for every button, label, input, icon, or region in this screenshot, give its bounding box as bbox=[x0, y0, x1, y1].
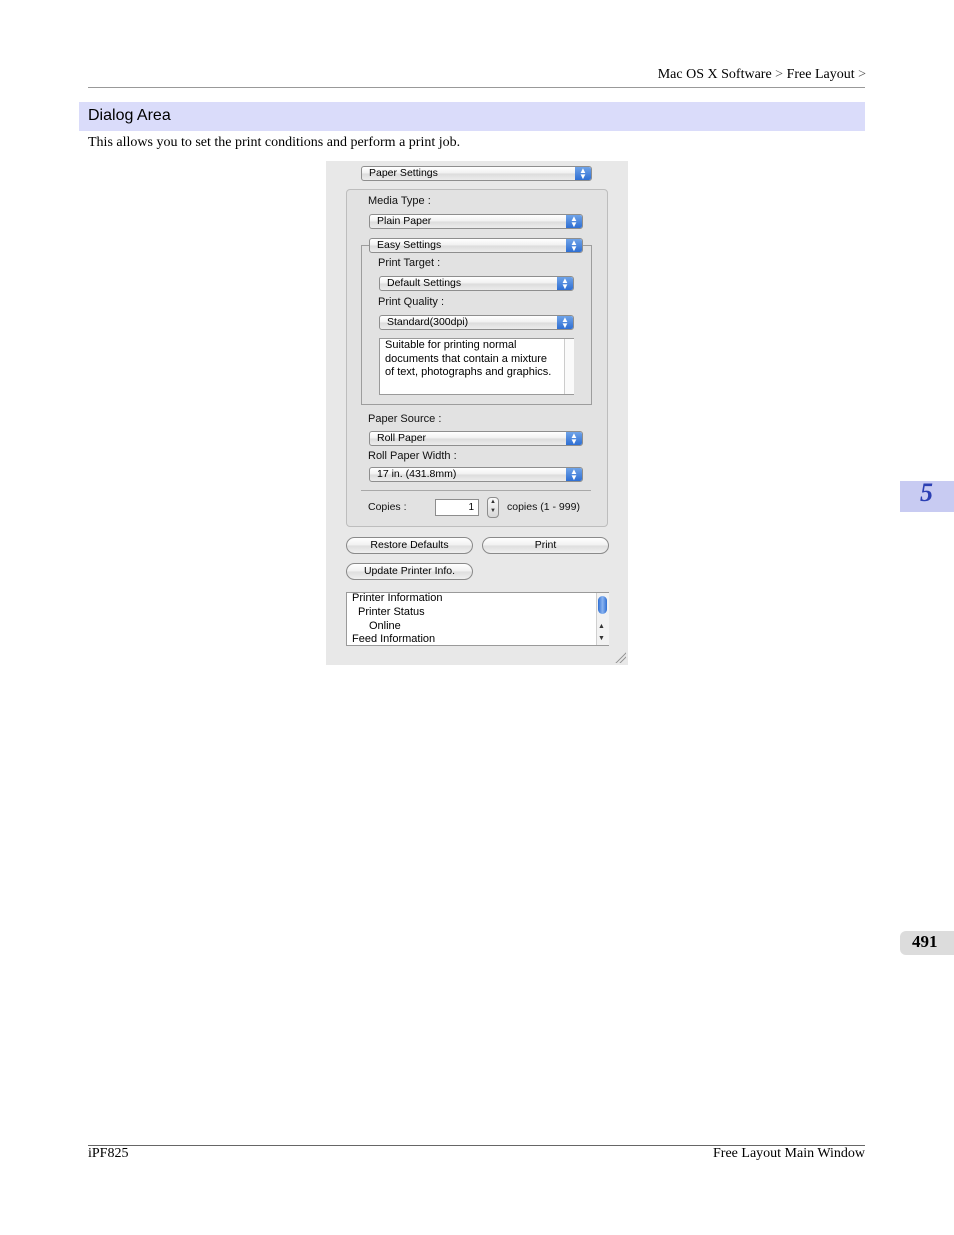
stepper-down-icon[interactable]: ▼ bbox=[490, 508, 496, 514]
list-item: Printer Information bbox=[352, 592, 443, 604]
panel-divider bbox=[361, 490, 591, 491]
popup-arrows-icon: ▲ ▼ bbox=[566, 432, 582, 445]
breadcrumb-separator: > bbox=[858, 67, 866, 82]
update-printer-info-button[interactable]: Update Printer Info. bbox=[346, 563, 473, 580]
stepper-up-icon[interactable]: ▲ bbox=[490, 499, 496, 505]
section-title: Dialog Area bbox=[88, 107, 171, 124]
paper-source-popup[interactable]: Roll Paper ▲ ▼ bbox=[369, 431, 583, 446]
settings-mode-value: Easy Settings bbox=[377, 239, 442, 251]
copies-label: Copies : bbox=[368, 501, 407, 513]
quality-description-text: Suitable for printing normal documents t… bbox=[385, 339, 552, 378]
print-quality-label: Print Quality : bbox=[378, 296, 445, 308]
breadcrumb: Mac OS X Software > Free Layout > bbox=[658, 67, 866, 83]
print-quality-popup[interactable]: Standard(300dpi) ▲ ▼ bbox=[379, 315, 574, 330]
roll-paper-width-value: 17 in. (431.8mm) bbox=[377, 468, 457, 480]
popup-arrows-icon: ▲ ▼ bbox=[557, 277, 573, 290]
paper-source-label: Paper Source : bbox=[368, 413, 442, 425]
section-heading-bar bbox=[79, 102, 865, 131]
footer-model: iPF825 bbox=[88, 1146, 129, 1161]
list-item: Online bbox=[369, 620, 401, 632]
popup-arrows-icon: ▲ ▼ bbox=[566, 215, 582, 228]
list-item: Feed Information bbox=[352, 633, 436, 645]
chapter-number: 5 bbox=[920, 478, 933, 507]
copies-range: copies (1 - 999) bbox=[507, 501, 580, 513]
scroll-up-icon[interactable]: ▲ bbox=[598, 622, 605, 630]
print-target-value: Default Settings bbox=[387, 277, 462, 289]
header-divider bbox=[88, 87, 865, 88]
copies-input[interactable]: 1 bbox=[435, 499, 479, 516]
popup-arrows-icon: ▲ ▼ bbox=[575, 167, 591, 180]
settings-mode-popup[interactable]: Easy Settings ▲ ▼ bbox=[369, 238, 583, 253]
print-target-label: Print Target : bbox=[378, 257, 441, 269]
settings-category-popup[interactable]: Paper Settings ▲ ▼ bbox=[361, 166, 592, 181]
roll-paper-width-popup[interactable]: 17 in. (431.8mm) ▲ ▼ bbox=[369, 467, 583, 482]
breadcrumb-separator: > bbox=[775, 67, 784, 82]
print-target-popup[interactable]: Default Settings ▲ ▼ bbox=[379, 276, 574, 291]
media-type-value: Plain Paper bbox=[377, 215, 432, 227]
breadcrumb-item-free-layout[interactable]: Free Layout bbox=[787, 67, 855, 82]
popup-arrows-icon: ▲ ▼ bbox=[566, 468, 582, 481]
scroll-down-icon[interactable]: ▼ bbox=[598, 634, 605, 642]
restore-defaults-button[interactable]: Restore Defaults bbox=[346, 537, 473, 554]
page-number: 491 bbox=[912, 932, 938, 951]
settings-category-value: Paper Settings bbox=[369, 167, 438, 179]
media-type-label: Media Type : bbox=[368, 195, 431, 207]
roll-paper-width-label: Roll Paper Width : bbox=[368, 450, 457, 462]
scrollbar-thumb[interactable] bbox=[598, 596, 607, 614]
resize-grip-icon[interactable] bbox=[614, 651, 626, 663]
description-scrollbar[interactable] bbox=[564, 339, 574, 394]
list-item: Printer Status bbox=[358, 606, 425, 618]
print-quality-value: Standard(300dpi) bbox=[387, 316, 469, 328]
media-type-popup[interactable]: Plain Paper ▲ ▼ bbox=[369, 214, 583, 229]
breadcrumb-item-mac-software[interactable]: Mac OS X Software bbox=[658, 67, 772, 82]
footer-chapter-title: Free Layout Main Window bbox=[713, 1146, 865, 1161]
section-intro: This allows you to set the print conditi… bbox=[88, 135, 461, 150]
print-button[interactable]: Print bbox=[482, 537, 609, 554]
paper-source-value: Roll Paper bbox=[377, 432, 427, 444]
popup-arrows-icon: ▲ ▼ bbox=[557, 316, 573, 329]
copies-stepper[interactable]: ▲ ▼ bbox=[487, 497, 499, 518]
popup-arrows-icon: ▲ ▼ bbox=[566, 239, 582, 252]
